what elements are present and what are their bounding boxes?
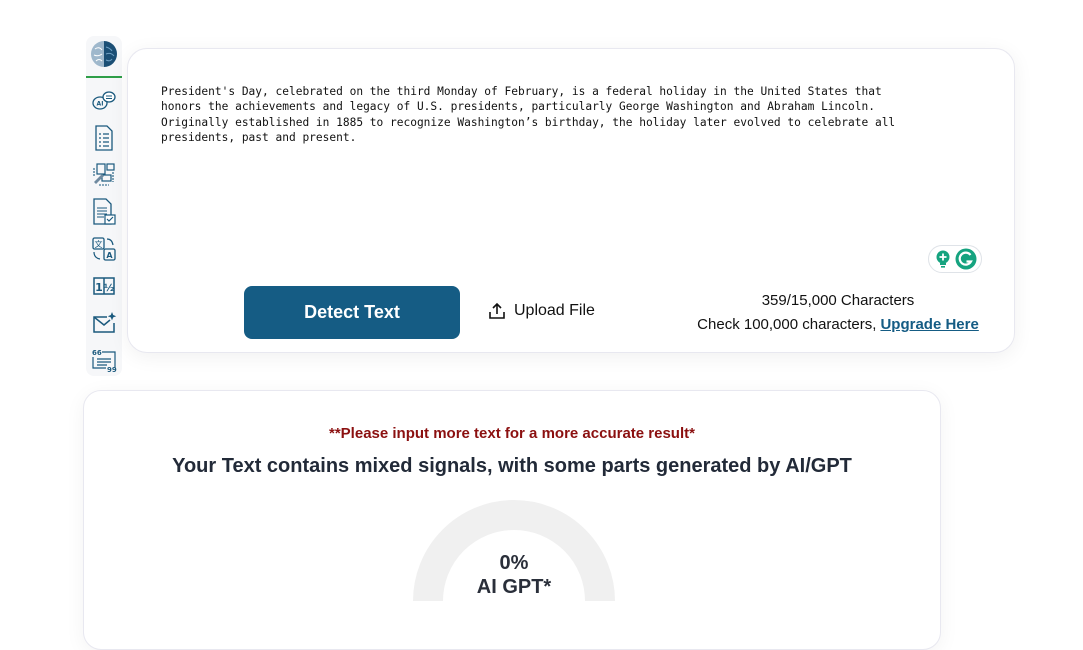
input-card: Detect Text Upload File 359/15,000 Chara… [127,48,1015,353]
verdict-heading: Your Text contains mixed signals, with s… [172,455,852,477]
character-count: 359/15,000 Characters [761,292,915,309]
sidebar-item-document-list[interactable] [90,124,118,152]
tool-sidebar: AI 文 A 1 ½ 66 99 [86,36,122,376]
lightbulb-icon [936,250,949,268]
sidebar-logo[interactable] [86,36,122,78]
translate-icon: 文 A [92,237,116,261]
svg-text:66: 66 [92,349,102,357]
document-list-icon [95,125,113,151]
edit-workflow-icon [93,163,115,186]
sidebar-item-document-check[interactable] [90,198,118,226]
sidebar-item-quote-generator[interactable]: 66 99 [90,346,118,374]
sidebar-item-ai-chat[interactable]: AI [90,87,118,115]
mail-sparkle-icon [93,312,117,333]
svg-text:1: 1 [95,281,103,294]
svg-text:99: 99 [107,366,117,372]
detect-text-button[interactable]: Detect Text [244,286,460,339]
warning-message: **Please input more text for a more accu… [329,425,695,442]
gauge-caption: AI GPT* [476,576,552,598]
upload-file-button[interactable]: Upload File [488,299,595,323]
document-check-icon [93,198,116,225]
svg-text:½: ½ [104,283,114,294]
brain-logo-icon [91,41,117,67]
number-fraction-icon: 1 ½ [93,277,115,295]
sidebar-item-email-writer[interactable] [90,309,118,337]
gauge-percent: 0% [499,552,529,574]
sidebar-item-rewriter[interactable] [90,161,118,189]
upload-icon [489,302,505,319]
upload-file-label: Upload File [514,302,595,319]
sidebar-item-translator[interactable]: 文 A [90,235,118,263]
gauge-label: 0% AI GPT* [413,551,615,599]
text-input[interactable] [161,84,981,264]
svg-text:AI: AI [97,101,104,108]
quote-icon: 66 99 [92,349,117,372]
result-card: **Please input more text for a more accu… [83,390,941,650]
svg-text:文: 文 [95,239,103,249]
ai-chat-bubbles-icon: AI [92,91,116,110]
svg-text:A: A [106,251,113,260]
upgrade-prefix: Check 100,000 characters, [697,316,877,333]
sidebar-item-number-converter[interactable]: 1 ½ [90,272,118,300]
grammarly-g-icon [955,248,976,270]
upgrade-line: Check 100,000 characters, Upgrade Here [678,313,998,337]
upgrade-link[interactable]: Upgrade Here [880,316,978,333]
character-counter: 359/15,000 Characters Check 100,000 char… [678,289,998,337]
grammarly-widget[interactable] [928,245,982,273]
